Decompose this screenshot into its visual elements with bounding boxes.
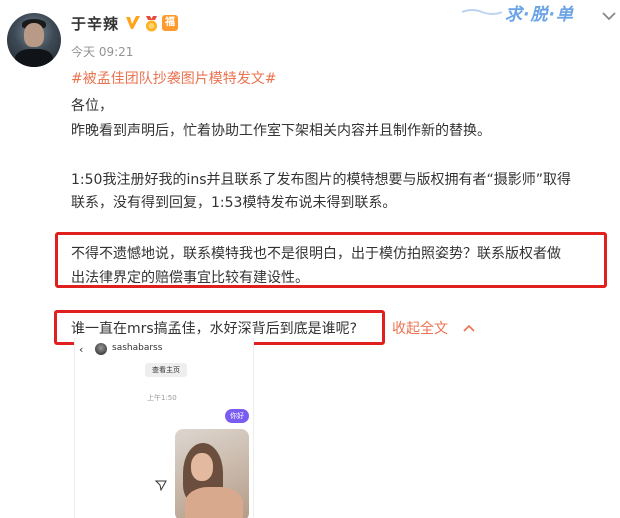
watermark-text: 求·脱·单 [505, 5, 574, 25]
highlight-box [55, 232, 607, 288]
embedded-view-profile-button: 查看主页 [145, 363, 187, 377]
hashtag-link[interactable]: #被孟佳团队抄袭图片模特发文# [71, 67, 611, 91]
post-text-line: 联系，没有得到回复，1:53模特发布说未得到联系。 [71, 195, 397, 211]
post-timestamp[interactable]: 今天 09:21 [71, 43, 133, 60]
embedded-username: sashabarss [112, 343, 163, 353]
chevron-down-icon[interactable] [601, 10, 617, 22]
embedded-avatar [95, 343, 107, 355]
back-arrow-icon: ‹ [79, 343, 84, 356]
chevron-up-icon[interactable] [462, 322, 476, 334]
embedded-time: 上午1:50 [147, 394, 177, 402]
username[interactable]: 于辛辣 [71, 13, 119, 34]
embedded-message-bubble: 你好 [225, 409, 249, 423]
level-badge: 福 [162, 15, 178, 31]
medal-icon [146, 16, 157, 32]
collapse-text-link[interactable]: 收起全文 [392, 317, 448, 341]
post-text-line: 各位， [71, 98, 113, 114]
share-icon [155, 480, 167, 491]
avatar[interactable] [7, 13, 61, 67]
embedded-photo [175, 429, 249, 518]
post-image[interactable]: ‹ sashabarss 查看主页 上午1:50 你好 [74, 338, 254, 518]
watermark-decoration-icon [462, 9, 502, 15]
post-text-line: 1:50我注册好我的ins并且联系了发布图片的模特想要与版权拥有者“摄影师”取得 [71, 172, 571, 188]
post-text-line: 昨晚看到声明后，忙着协助工作室下架相关内容并且制作新的替换。 [71, 123, 491, 139]
verified-badge-icon [126, 16, 140, 29]
